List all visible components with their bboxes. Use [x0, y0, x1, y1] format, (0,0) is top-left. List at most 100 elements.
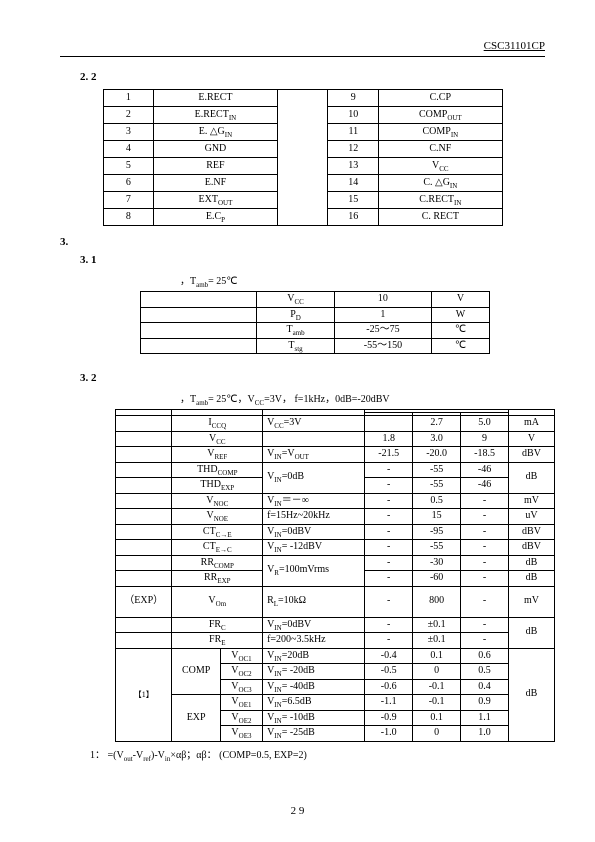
param-group [116, 478, 172, 494]
param-typ: 800 [413, 586, 461, 617]
param-symbol: VOE1 [220, 695, 262, 711]
param-typ: 15 [413, 509, 461, 525]
spacer [277, 107, 328, 124]
param-symbol: FRE [172, 633, 263, 649]
param-symbol: FRC [172, 617, 263, 633]
pin-num: 6 [103, 175, 154, 192]
param-group [116, 617, 172, 633]
param-symbol: PD [257, 307, 335, 323]
param-max: -46 [461, 478, 509, 494]
param-max: - [461, 493, 509, 509]
param-min: - [365, 509, 413, 525]
param-unit: mA [509, 416, 555, 432]
param-group [116, 524, 172, 540]
pin-name: REF [154, 158, 277, 175]
param-symbol: VOC3 [220, 679, 262, 695]
param-cond: RL=10kΩ [263, 586, 365, 617]
pin-table: 1E.RECT9C.CP2E.RECTIN10COMPOUT3E. △GIN11… [103, 89, 503, 226]
param-cond: VIN= -25dB [263, 726, 365, 742]
pin-name: C.CP [379, 90, 502, 107]
pin-num: 5 [103, 158, 154, 175]
param-min: -0.4 [365, 648, 413, 664]
page-number: 2 9 [0, 805, 595, 817]
param-unit: mV [509, 493, 555, 509]
param-typ: -20.0 [413, 447, 461, 463]
abs-max-table: VCC10VPD1WTamb-25～75℃Tstg-55～150℃ [140, 291, 490, 354]
param-typ: 0 [413, 664, 461, 680]
pin-name: E.NF [154, 175, 277, 192]
param-group [116, 462, 172, 478]
param-unit: dBV [509, 524, 555, 540]
param-cond: VIN= -20dB [263, 664, 365, 680]
param-group [116, 633, 172, 649]
param-cond: VIN= -40dB [263, 679, 365, 695]
param-min: - [365, 462, 413, 478]
param-cond: VIN=VOUT [263, 447, 365, 463]
param-max: -18.5 [461, 447, 509, 463]
param-min: -0.6 [365, 679, 413, 695]
pin-num: 16 [328, 209, 379, 226]
param-typ: ±0.1 [413, 617, 461, 633]
param-cond [263, 431, 365, 447]
param-typ: -55 [413, 462, 461, 478]
param-unit: dB [509, 462, 555, 493]
param-min: - [365, 571, 413, 587]
param-max: - [461, 571, 509, 587]
pin-name: GND [154, 141, 277, 158]
note-ref: 【1】 [116, 648, 172, 741]
param-value: 1 [334, 307, 431, 323]
param-unit: dBV [509, 447, 555, 463]
param-min: -21.5 [365, 447, 413, 463]
param-value: -55～150 [334, 338, 431, 354]
param-typ: 0.5 [413, 493, 461, 509]
param-min: -1.1 [365, 695, 413, 711]
pin-name: E. △GIN [154, 124, 277, 141]
param-max: 1.1 [461, 710, 509, 726]
param-cond: f=200~3.5kHz [263, 633, 365, 649]
elec-char-table: ICCQVCC=3V2.75.0mAVCC1.83.09VVREFVIN=VOU… [115, 409, 555, 742]
param-symbol: VOC1 [220, 648, 262, 664]
param-unit: dB [509, 617, 555, 648]
param-unit: V [509, 431, 555, 447]
sec31-condition: ，Tamb= 25℃ [180, 272, 545, 287]
param-name [141, 323, 257, 339]
param-unit: W [431, 307, 489, 323]
pin-name: E.CP [154, 209, 277, 226]
param-unit: mV [509, 586, 555, 617]
pin-num: 2 [103, 107, 154, 124]
param-unit: ℃ [431, 338, 489, 354]
param-max: - [461, 617, 509, 633]
param-max: 0.9 [461, 695, 509, 711]
param-max: - [461, 555, 509, 571]
spacer [277, 158, 328, 175]
param-name [141, 292, 257, 308]
param-min: - [365, 524, 413, 540]
param-max: - [461, 540, 509, 556]
param-typ: 0.1 [413, 710, 461, 726]
param-min: - [365, 617, 413, 633]
param-max: 9 [461, 431, 509, 447]
param-group [116, 447, 172, 463]
param-symbol: VNOE [172, 509, 263, 525]
param-cond: VIN=0dBV [263, 524, 365, 540]
param-cond: VIN=6.5dB [263, 695, 365, 711]
param-value: -25～75 [334, 323, 431, 339]
param-min: - [365, 540, 413, 556]
param-cond: VIN＝－∞ [263, 493, 365, 509]
param-symbol: VOE2 [220, 710, 262, 726]
param-group [116, 416, 172, 432]
pin-name: COMPOUT [379, 107, 502, 124]
param-min: - [365, 633, 413, 649]
param-symbol: Tamb [257, 323, 335, 339]
param-group [116, 493, 172, 509]
param-name [141, 307, 257, 323]
param-symbol: ICCQ [172, 416, 263, 432]
param-max: - [461, 509, 509, 525]
param-group: （EXP） [116, 586, 172, 617]
param-max: - [461, 586, 509, 617]
pin-num: 13 [328, 158, 379, 175]
spacer [277, 141, 328, 158]
section-3-2: 3. 2 [80, 372, 545, 384]
pin-num: 8 [103, 209, 154, 226]
pin-num: 10 [328, 107, 379, 124]
